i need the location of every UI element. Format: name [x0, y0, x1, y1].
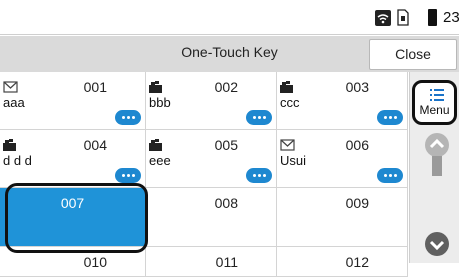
scroll-down-button[interactable]: [425, 232, 449, 256]
scrollbar-thumb[interactable]: [432, 156, 442, 176]
key-name: d d d: [3, 153, 32, 168]
key-number: 004: [83, 137, 107, 153]
key-number: 009: [345, 195, 369, 211]
key-number: 002: [214, 79, 238, 95]
key-name: eee: [149, 153, 171, 168]
menu-list-icon: [430, 89, 444, 101]
one-touch-key-003[interactable]: 003 ccc: [277, 72, 408, 130]
more-dots-icon[interactable]: [115, 168, 141, 183]
key-number: 008: [214, 195, 238, 211]
more-dots-icon[interactable]: [115, 110, 141, 125]
one-touch-key-001[interactable]: 001 aaa: [0, 72, 146, 130]
envelope-icon: [280, 138, 295, 151]
key-name: Usui: [280, 153, 307, 168]
more-dots-icon[interactable]: [377, 110, 403, 125]
key-number: 006: [345, 137, 369, 153]
key-number: 011: [215, 254, 238, 270]
folder-icon: [280, 80, 295, 93]
selection-highlight: [5, 183, 148, 253]
one-touch-key-004[interactable]: 004 d d d: [0, 130, 146, 188]
wifi-icon: [375, 10, 391, 26]
key-number: 003: [345, 79, 369, 95]
chevron-up-icon: [429, 138, 445, 149]
folder-icon: [149, 80, 164, 93]
menu-label: Menu: [419, 103, 450, 117]
one-touch-key-008[interactable]: 008: [146, 188, 277, 247]
scroll-up-button[interactable]: [425, 133, 449, 157]
one-touch-key-012[interactable]: 012: [277, 247, 408, 277]
one-touch-key-002[interactable]: 002 bbb: [146, 72, 277, 130]
key-number: 001: [83, 79, 107, 95]
clock: 23:14: [443, 9, 459, 26]
key-name: aaa: [3, 95, 25, 110]
more-dots-icon[interactable]: [246, 110, 272, 125]
one-touch-key-005[interactable]: 005 eee: [146, 130, 277, 188]
one-touch-key-009[interactable]: 009: [277, 188, 408, 247]
key-number: 010: [83, 254, 107, 270]
folder-icon: [149, 138, 164, 151]
envelope-icon: [3, 80, 18, 93]
key-number: 012: [345, 254, 369, 270]
more-dots-icon[interactable]: [377, 168, 403, 183]
key-name: bbb: [149, 95, 171, 110]
battery-icon: [428, 9, 437, 26]
key-name: ccc: [280, 95, 300, 110]
key-number: 005: [214, 137, 238, 153]
one-touch-key-011[interactable]: 011: [146, 247, 277, 277]
memory-card-icon: [397, 9, 409, 26]
status-bar: 23:14: [0, 0, 459, 35]
chevron-down-icon: [429, 240, 445, 251]
more-dots-icon[interactable]: [246, 168, 272, 183]
folder-icon: [3, 138, 18, 151]
menu-button[interactable]: Menu: [412, 80, 457, 125]
one-touch-key-006[interactable]: 006 Usui: [277, 130, 408, 188]
close-button[interactable]: Close: [369, 39, 457, 70]
